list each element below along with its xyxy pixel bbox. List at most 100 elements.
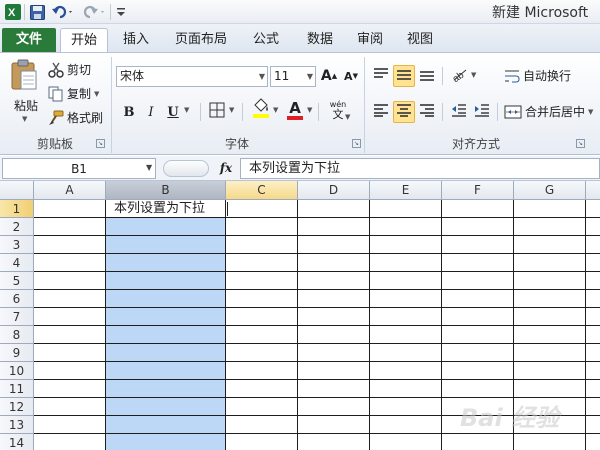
grid-cell[interactable]: [226, 254, 298, 272]
row-header[interactable]: 4: [0, 254, 34, 272]
grid-cell[interactable]: [298, 380, 370, 398]
grid-cell[interactable]: [106, 326, 226, 344]
tab-page-layout[interactable]: 页面布局: [168, 28, 234, 52]
row-header[interactable]: 12: [0, 398, 34, 416]
grid-cell[interactable]: [106, 218, 226, 236]
grid-cell[interactable]: [298, 290, 370, 308]
grid-cell[interactable]: [442, 344, 514, 362]
grid-cell[interactable]: [514, 362, 586, 380]
grid-cell[interactable]: [298, 272, 370, 290]
grid-cell[interactable]: [514, 344, 586, 362]
row-header[interactable]: 1: [0, 200, 34, 218]
align-middle-button[interactable]: [393, 65, 415, 87]
tab-review[interactable]: 审阅: [348, 28, 392, 52]
grid-cell[interactable]: [226, 272, 298, 290]
excel-logo-icon[interactable]: X: [4, 3, 22, 21]
grid-cell[interactable]: [226, 200, 298, 218]
row-header[interactable]: 13: [0, 416, 34, 434]
redo-icon[interactable]: [82, 3, 108, 21]
formula-bar-expander[interactable]: [163, 160, 209, 177]
grid-cell[interactable]: [226, 416, 298, 434]
column-header-d[interactable]: D: [298, 181, 370, 200]
row-header[interactable]: 2: [0, 218, 34, 236]
grid-cell[interactable]: [298, 416, 370, 434]
row-header[interactable]: 11: [0, 380, 34, 398]
grid-cell[interactable]: [442, 236, 514, 254]
row-header[interactable]: 10: [0, 362, 34, 380]
tab-insert[interactable]: 插入: [114, 28, 158, 52]
grid-cell[interactable]: [298, 254, 370, 272]
increase-indent-button[interactable]: [471, 101, 493, 123]
grid-cell[interactable]: [106, 434, 226, 450]
merge-dropdown-icon[interactable]: ▼: [588, 108, 593, 116]
grid-cell[interactable]: [298, 434, 370, 450]
grid-cell[interactable]: [34, 290, 106, 308]
name-box[interactable]: B1: [2, 158, 156, 179]
grid-cell[interactable]: [586, 236, 600, 254]
grid-cell[interactable]: [514, 218, 586, 236]
grid-cell[interactable]: [586, 290, 600, 308]
grid-cell[interactable]: [106, 290, 226, 308]
grid-cell[interactable]: [514, 380, 586, 398]
column-header-b[interactable]: B: [106, 181, 226, 200]
grid-cell[interactable]: [586, 344, 600, 362]
grid-cell[interactable]: [370, 416, 442, 434]
grid-cell[interactable]: [514, 200, 586, 218]
grid-cell[interactable]: [106, 398, 226, 416]
shrink-font-button[interactable]: A ▼: [340, 65, 362, 87]
grid-cell[interactable]: [442, 290, 514, 308]
grid-cell[interactable]: [298, 326, 370, 344]
grid-cell[interactable]: [586, 380, 600, 398]
orientation-dropdown-icon[interactable]: ▼: [471, 71, 476, 79]
grid-cell[interactable]: [298, 200, 370, 218]
grid-cell[interactable]: [226, 380, 298, 398]
grid-cell[interactable]: [586, 200, 600, 218]
grid-cell[interactable]: [442, 308, 514, 326]
grid-cell[interactable]: [442, 218, 514, 236]
grid-cell[interactable]: [442, 272, 514, 290]
wrap-text-button[interactable]: 自动换行: [504, 67, 571, 84]
font-launcher-icon[interactable]: ↘: [352, 139, 361, 148]
grid-cell[interactable]: [34, 308, 106, 326]
paste-button[interactable]: 粘贴 ▼: [4, 57, 44, 131]
row-header[interactable]: 6: [0, 290, 34, 308]
grid-cell[interactable]: [34, 326, 106, 344]
align-left-button[interactable]: [370, 101, 392, 123]
font-color-button[interactable]: A: [284, 99, 306, 121]
borders-dropdown-icon[interactable]: ▼: [229, 106, 234, 114]
grid-cell[interactable]: [34, 434, 106, 450]
copy-button[interactable]: 复制 ▼: [48, 85, 99, 102]
grid-cell[interactable]: [442, 200, 514, 218]
column-header-h[interactable]: [586, 181, 600, 200]
phonetic-dropdown-icon[interactable]: ▼: [345, 113, 350, 121]
grid-cell[interactable]: [106, 236, 226, 254]
formula-input[interactable]: 本列设置为下拉: [240, 158, 600, 179]
tab-view[interactable]: 视图: [398, 28, 442, 52]
grid-cell[interactable]: [442, 254, 514, 272]
grid-cell[interactable]: [226, 308, 298, 326]
grid-cell[interactable]: [370, 308, 442, 326]
row-header[interactable]: 9: [0, 344, 34, 362]
clipboard-launcher-icon[interactable]: ↘: [96, 139, 105, 148]
select-all-corner[interactable]: [0, 181, 34, 200]
tab-home[interactable]: 开始: [60, 28, 108, 53]
grid-cell[interactable]: [106, 416, 226, 434]
save-icon[interactable]: [28, 3, 46, 21]
grid-cell[interactable]: [34, 416, 106, 434]
column-header-e[interactable]: E: [370, 181, 442, 200]
grid-cell[interactable]: [298, 398, 370, 416]
row-header[interactable]: 5: [0, 272, 34, 290]
grid-cell[interactable]: [370, 254, 442, 272]
copy-dropdown-icon[interactable]: ▼: [94, 90, 99, 98]
tab-file[interactable]: 文件: [2, 28, 56, 52]
grid-cell[interactable]: [226, 398, 298, 416]
grid-cell[interactable]: [370, 434, 442, 450]
grid-cell[interactable]: [586, 218, 600, 236]
grid-cell[interactable]: [34, 272, 106, 290]
tab-data[interactable]: 数据: [298, 28, 342, 52]
undo-icon[interactable]: [50, 3, 76, 21]
grid-cell[interactable]: [370, 362, 442, 380]
grid-cell[interactable]: [586, 272, 600, 290]
grid-cell[interactable]: [442, 380, 514, 398]
name-box-dropdown-icon[interactable]: ▼: [146, 163, 152, 172]
